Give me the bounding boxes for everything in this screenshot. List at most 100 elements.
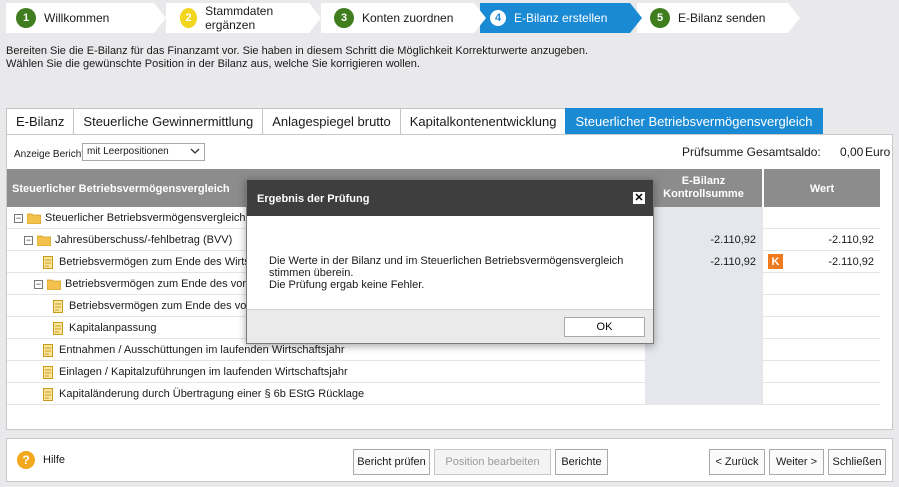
step-label: E-Bilanz erstellen <box>514 11 608 25</box>
row-kontrollsumme: -2.110,92 <box>645 251 762 273</box>
close-icon[interactable]: ✕ <box>633 192 645 204</box>
dialog-message-1: Die Werte in der Bilanz und im Steuerlic… <box>269 255 624 279</box>
intro-line-1: Bereiten Sie die E-Bilanz für das Finanz… <box>6 45 589 57</box>
pruefsumme-value: 0,00 <box>840 145 864 159</box>
step-label: Stammdaten ergänzen <box>205 4 274 32</box>
help-label[interactable]: Hilfe <box>43 454 65 466</box>
step-arrow <box>474 3 486 33</box>
dialog-title: Ergebnis der Prüfung <box>257 193 370 205</box>
row-label: Einlagen / Kapitalzuführungen im laufend… <box>59 366 348 378</box>
row-kontrollsumme <box>645 207 762 229</box>
step-number-badge: 3 <box>334 8 354 28</box>
wizard-step-1[interactable]: 1 Willkommen <box>6 3 166 33</box>
tab-steuerliche-gewinnermittlung[interactable]: Steuerliche Gewinnermittlung <box>73 108 264 134</box>
position-bearbeiten-button[interactable]: Position bearbeiten <box>434 449 551 475</box>
step-number-badge: 4 <box>490 10 506 26</box>
wizard-step-3[interactable]: 3 Konten zuordnen <box>321 3 486 33</box>
collapse-icon[interactable]: − <box>34 279 43 289</box>
dialog-message-2: Die Prüfung ergab keine Fehler. <box>269 279 425 291</box>
folder-icon <box>37 235 51 246</box>
tab-kapitalkontenentwicklung[interactable]: Kapitalkontenentwicklung <box>399 108 567 134</box>
step-label: Willkommen <box>44 11 110 25</box>
document-icon <box>43 343 53 357</box>
wizard-step-5[interactable]: 5 E-Bilanz senden <box>637 3 800 33</box>
row-wert <box>762 317 880 339</box>
document-icon <box>43 255 53 269</box>
row-wert <box>762 361 880 383</box>
document-icon <box>43 365 53 379</box>
help-icon[interactable]: ? <box>17 451 35 469</box>
tab-anlagespiegel-brutto[interactable]: Anlagespiegel brutto <box>262 108 401 134</box>
pruefung-dialog: Ergebnis der Prüfung ✕ Die Werte in der … <box>246 179 654 344</box>
korrektur-badge-icon[interactable]: K <box>768 254 783 269</box>
row-wert <box>762 273 880 295</box>
collapse-icon[interactable]: − <box>24 235 33 245</box>
row-label: Kapitalanpassung <box>69 322 157 334</box>
row-kontrollsumme <box>645 317 762 339</box>
step-arrow <box>788 3 800 33</box>
row-name: Kapitalanpassung <box>53 317 156 339</box>
document-icon <box>53 321 63 335</box>
bericht-pruefen-button[interactable]: Bericht prüfen <box>353 449 430 475</box>
row-kontrollsumme <box>645 339 762 361</box>
next-button[interactable]: Weiter > <box>769 449 824 475</box>
row-name: Einlagen / Kapitalzuführungen im laufend… <box>43 361 348 383</box>
row-wert <box>762 339 880 361</box>
berichte-button[interactable]: Berichte <box>555 449 608 475</box>
chevron-down-icon <box>190 148 200 154</box>
row-label: Jahresüberschuss/-fehlbetrag (BVV) <box>55 234 233 246</box>
intro-text: Bereiten Sie die E-Bilanz für das Finanz… <box>6 45 886 71</box>
folder-icon <box>47 279 61 290</box>
document-icon <box>53 299 63 313</box>
tab-e-bilanz[interactable]: E-Bilanz <box>6 108 75 134</box>
row-label: Entnahmen / Ausschüttungen im laufenden … <box>59 344 345 356</box>
row-name: − Steuerlicher Betriebsvermögensvergleic… <box>14 207 246 229</box>
row-kontrollsumme <box>645 273 762 295</box>
row-wert <box>762 207 880 229</box>
pruefsumme-currency: Euro <box>865 145 891 159</box>
intro-line-2: Wählen Sie die gewünschte Position in de… <box>6 58 420 70</box>
step-arrow <box>309 3 321 33</box>
close-button[interactable]: Schließen <box>828 449 886 475</box>
row-kontrollsumme <box>645 383 762 405</box>
row-label: Kapitaländerung durch Übertragung einer … <box>59 388 365 400</box>
row-wert-value: -2.110,92 <box>828 256 874 268</box>
anzeige-bericht-value: mit Leerpositionen <box>87 146 169 157</box>
row-kontrollsumme: -2.110,92 <box>645 229 762 251</box>
row-name: Kapitaländerung durch Übertragung einer … <box>43 383 364 405</box>
step-arrow <box>154 3 166 33</box>
anzeige-bericht-label: Anzeige Bericht: <box>14 149 87 160</box>
row-wert <box>762 295 880 317</box>
row-name: − Jahresüberschuss/-fehlbetrag (BVV) <box>24 229 232 251</box>
step-number-badge: 5 <box>650 8 670 28</box>
wizard-step-4[interactable]: 4 E-Bilanz erstellen <box>480 3 642 33</box>
row-label: Steuerlicher Betriebsvermögensvergleich <box>45 212 246 224</box>
pruefsumme-label: Prüfsumme Gesamtsaldo: <box>682 145 821 159</box>
row-wert: K -2.110,92 <box>762 251 880 273</box>
row-wert: -2.110,92 <box>762 229 880 251</box>
step-number-badge: 1 <box>16 8 36 28</box>
table-row[interactable]: Kapitaländerung durch Übertragung einer … <box>7 383 880 405</box>
ok-button[interactable]: OK <box>564 317 645 337</box>
folder-icon <box>27 213 41 224</box>
row-wert <box>762 383 880 405</box>
report-tabs: E-Bilanz Steuerliche Gewinnermittlung An… <box>6 108 823 134</box>
anzeige-bericht-select[interactable]: mit Leerpositionen <box>82 143 205 161</box>
dialog-header: Ergebnis der Prüfung ✕ <box>247 180 653 216</box>
row-kontrollsumme <box>645 295 762 317</box>
wizard-steps: 1 Willkommen 2 Stammdaten ergänzen 3 Kon… <box>0 0 899 36</box>
document-icon <box>43 387 53 401</box>
column-header-kontrollsumme: E-Bilanz Kontrollsumme <box>647 169 760 207</box>
column-header-name: Steuerlicher Betriebsvermögensvergleich <box>12 183 230 195</box>
table-row[interactable]: Einlagen / Kapitalzuführungen im laufend… <box>7 361 880 383</box>
step-number-badge: 2 <box>180 8 198 28</box>
footer-bar: ? Hilfe Bericht prüfen Position bearbeit… <box>6 438 893 482</box>
back-button[interactable]: < Zurück <box>709 449 765 475</box>
step-label: E-Bilanz senden <box>678 11 766 25</box>
dialog-footer: OK <box>247 309 653 343</box>
dialog-body: Die Werte in der Bilanz und im Steuerlic… <box>247 216 653 309</box>
wizard-step-2[interactable]: 2 Stammdaten ergänzen <box>166 3 321 33</box>
column-header-wert: Wert <box>762 169 880 207</box>
tab-steuerlicher-betriebsvermoegensvergleich[interactable]: Steuerlicher Betriebsvermögensvergleich <box>565 108 823 134</box>
collapse-icon[interactable]: − <box>14 213 23 223</box>
